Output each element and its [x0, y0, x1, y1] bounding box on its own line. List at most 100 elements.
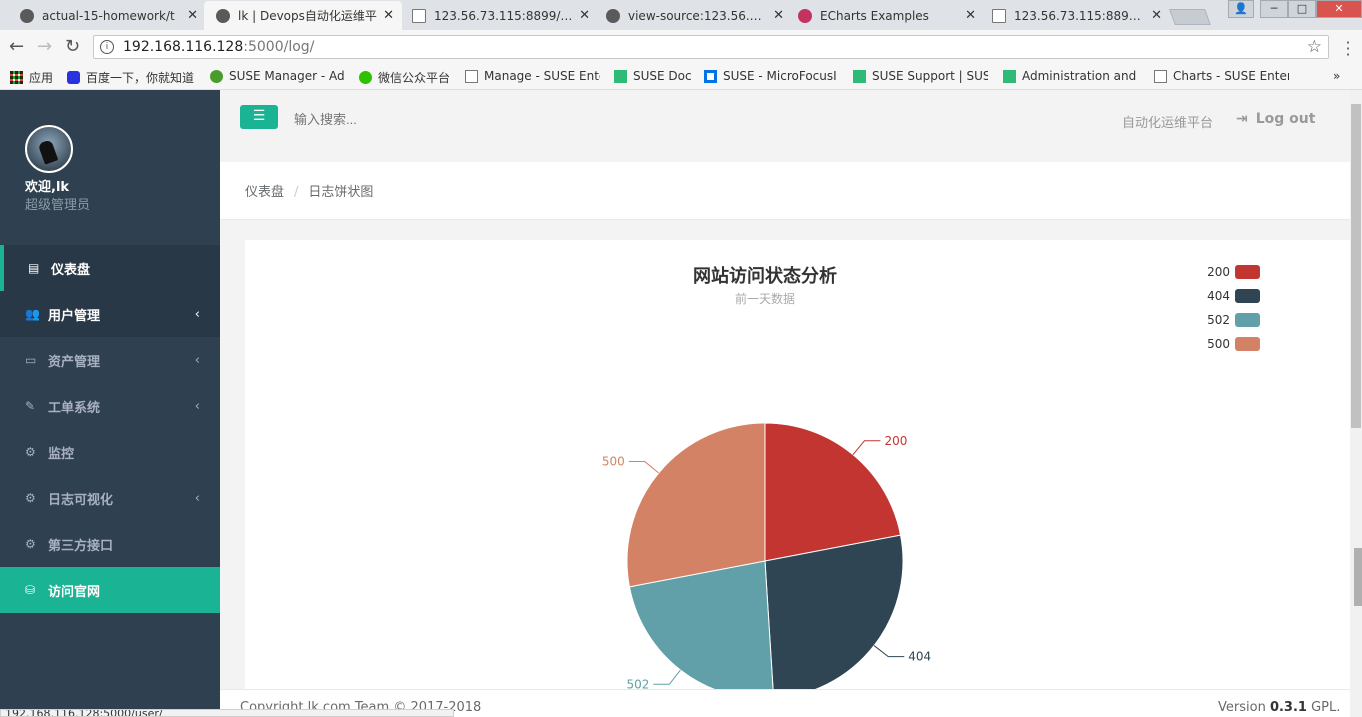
doc-icon	[465, 69, 478, 83]
bookmark-baidu[interactable]: 百度一下，你就知道	[67, 69, 197, 86]
sidebar-item-assets[interactable]: ▭ 资产管理 ‹	[0, 337, 220, 383]
sidebar-item-label: 资产管理	[48, 354, 101, 370]
chevron-left-icon: ‹	[194, 306, 200, 322]
bookmark-label: Manage - SUSE Ente	[484, 69, 600, 83]
new-tab-button[interactable]	[1169, 9, 1211, 25]
menu-toggle-button[interactable]: ☰	[240, 105, 278, 129]
status-bar-url: 192.168.116.128:5000/user/	[0, 709, 454, 717]
bookmark-suse-doc[interactable]: SUSE Doc	[614, 69, 692, 83]
legend-swatch-200[interactable]	[1235, 265, 1260, 279]
forward-icon[interactable]: →	[37, 36, 52, 57]
browser-tab-active[interactable]: lk | Devops自动化运维平 ✕	[204, 1, 402, 30]
pie-slice-404[interactable]	[764, 534, 904, 690]
more-bookmarks-icon[interactable]: »	[1333, 69, 1340, 83]
page-heading	[220, 162, 1350, 220]
bookmark-suse-manager[interactable]: SUSE Manager - Ad	[210, 69, 345, 83]
sidebar-item-users[interactable]: 👥 用户管理 ‹	[0, 291, 220, 337]
breadcrumb-separator: /	[294, 185, 299, 200]
sidebar-item-log-visualization[interactable]: ⚙ 日志可视化 ‹	[0, 475, 220, 521]
sidebar-item-label: 第三方接口	[48, 538, 114, 554]
breadcrumb-home-link[interactable]: 仪表盘	[245, 185, 284, 200]
bookmark-label: SUSE Support | SUS	[872, 69, 988, 83]
pie-slice-500[interactable]	[626, 422, 766, 588]
window-close-button[interactable]: ✕	[1316, 0, 1362, 18]
sidebar: 欢迎,lk 超级管理员 ▤ 仪表盘 👥 用户管理 ‹ ▭ 资产管理 ‹ ✎ 工单…	[0, 90, 220, 717]
sidebar-item-tickets[interactable]: ✎ 工单系统 ‹	[0, 383, 220, 429]
sidebar-item-dashboard[interactable]: ▤ 仪表盘	[0, 245, 220, 291]
search-input[interactable]	[294, 112, 494, 127]
welcome-text: 欢迎,lk	[25, 180, 70, 195]
legend-label-404[interactable]: 404	[1207, 289, 1230, 303]
browser-tab[interactable]: ECharts Examples ✕	[786, 1, 984, 30]
microfocus-icon	[704, 69, 717, 83]
star-icon[interactable]: ☆	[1307, 37, 1322, 57]
chevron-left-icon: ‹	[194, 490, 200, 506]
bookmark-manage-suse[interactable]: Manage - SUSE Ente	[465, 69, 600, 83]
suse-flag-icon	[1003, 69, 1016, 83]
browser-tab[interactable]: view-source:123.56.73. ✕	[594, 1, 792, 30]
info-icon[interactable]: i	[100, 40, 114, 54]
label-line-500	[628, 461, 659, 474]
bookmark-label: Charts - SUSE Enter	[1173, 69, 1289, 83]
sidebar-item-label: 监控	[48, 446, 75, 462]
sidebar-item-label: 日志可视化	[48, 492, 114, 508]
map-icon: ▤	[28, 261, 40, 275]
legend-label-500[interactable]: 500	[1207, 337, 1230, 351]
back-icon[interactable]: ←	[9, 36, 24, 57]
browser-tab[interactable]: 123.56.73.115:8899/ma ✕	[400, 1, 598, 30]
bookmark-label: 百度一下，你就知道	[86, 71, 195, 85]
legend-swatch-502[interactable]	[1235, 313, 1260, 327]
logout-link[interactable]: ⇥ Log out	[1236, 111, 1315, 127]
cogs-icon: ⚙	[25, 537, 36, 551]
legend-label-200[interactable]: 200	[1207, 265, 1230, 279]
bookmark-microfocus[interactable]: SUSE - MicroFocusI	[704, 69, 842, 83]
maximize-button[interactable]: □	[1288, 0, 1316, 18]
tab-title: 123.56.73.115:8899/sta	[1014, 8, 1146, 23]
brand-text: 自动化运维平台	[1122, 116, 1214, 131]
doc-icon	[992, 8, 1006, 23]
user-icon[interactable]: 👤	[1228, 0, 1254, 18]
url-bar[interactable]: i 192.168.116.128:5000/log/ ☆	[93, 35, 1329, 59]
version-suffix: GPL.	[1311, 700, 1341, 715]
menu-kebab-icon[interactable]: · · ·	[1342, 35, 1354, 63]
bookmark-charts-suse[interactable]: Charts - SUSE Enter	[1154, 69, 1289, 83]
scrollbar-thumb-secondary[interactable]	[1354, 548, 1362, 606]
site-icon	[216, 8, 230, 23]
version-prefix: Version	[1218, 700, 1266, 715]
bookmark-administration[interactable]: Administration and	[1003, 69, 1138, 83]
reload-icon[interactable]: ↻	[65, 36, 80, 57]
browser-tab[interactable]: actual-15-homework/t ✕	[8, 1, 206, 30]
close-icon[interactable]: ✕	[383, 8, 394, 23]
cogs-icon: ⚙	[25, 491, 36, 505]
legend-label-502[interactable]: 502	[1207, 313, 1230, 327]
slice-label-404: 404	[908, 650, 931, 664]
close-icon[interactable]: ✕	[965, 8, 976, 23]
tab-title: ECharts Examples	[820, 8, 929, 23]
close-icon[interactable]: ✕	[187, 8, 198, 23]
breadcrumb: 仪表盘 / 日志饼状图	[245, 181, 373, 200]
minimize-button[interactable]: ─	[1260, 0, 1288, 18]
bookmark-suse-support[interactable]: SUSE Support | SUS	[853, 69, 988, 83]
tab-title: actual-15-homework/t	[42, 8, 175, 23]
slice-label-500: 500	[602, 455, 625, 469]
bookmark-wechat[interactable]: 微信公众平台	[359, 69, 450, 86]
tab-title: view-source:123.56.73.	[628, 8, 768, 23]
scrollbar-thumb[interactable]	[1351, 104, 1361, 428]
browser-tab[interactable]: 123.56.73.115:8899/sta ✕	[980, 1, 1170, 30]
bookmark-label: SUSE Doc	[633, 69, 692, 83]
chart-subtitle: 前一天数据	[735, 291, 795, 306]
sidebar-item-label: 访问官网	[48, 584, 101, 600]
close-icon[interactable]: ✕	[1151, 8, 1162, 23]
bookmark-apps[interactable]: 应用	[10, 69, 53, 86]
wechat-icon	[359, 71, 372, 84]
close-icon[interactable]: ✕	[773, 8, 784, 23]
close-icon[interactable]: ✕	[579, 8, 590, 23]
sidebar-item-label: 工单系统	[48, 400, 101, 416]
sidebar-item-official-site[interactable]: ⛁ 访问官网	[0, 567, 220, 613]
version-text: Version 0.3.1 GPL.	[1218, 700, 1340, 715]
sidebar-item-monitor[interactable]: ⚙ 监控	[0, 429, 220, 475]
legend-swatch-500[interactable]	[1235, 337, 1260, 351]
sidebar-item-third-party-api[interactable]: ⚙ 第三方接口	[0, 521, 220, 567]
legend-swatch-404[interactable]	[1235, 289, 1260, 303]
suse-icon	[210, 69, 223, 83]
